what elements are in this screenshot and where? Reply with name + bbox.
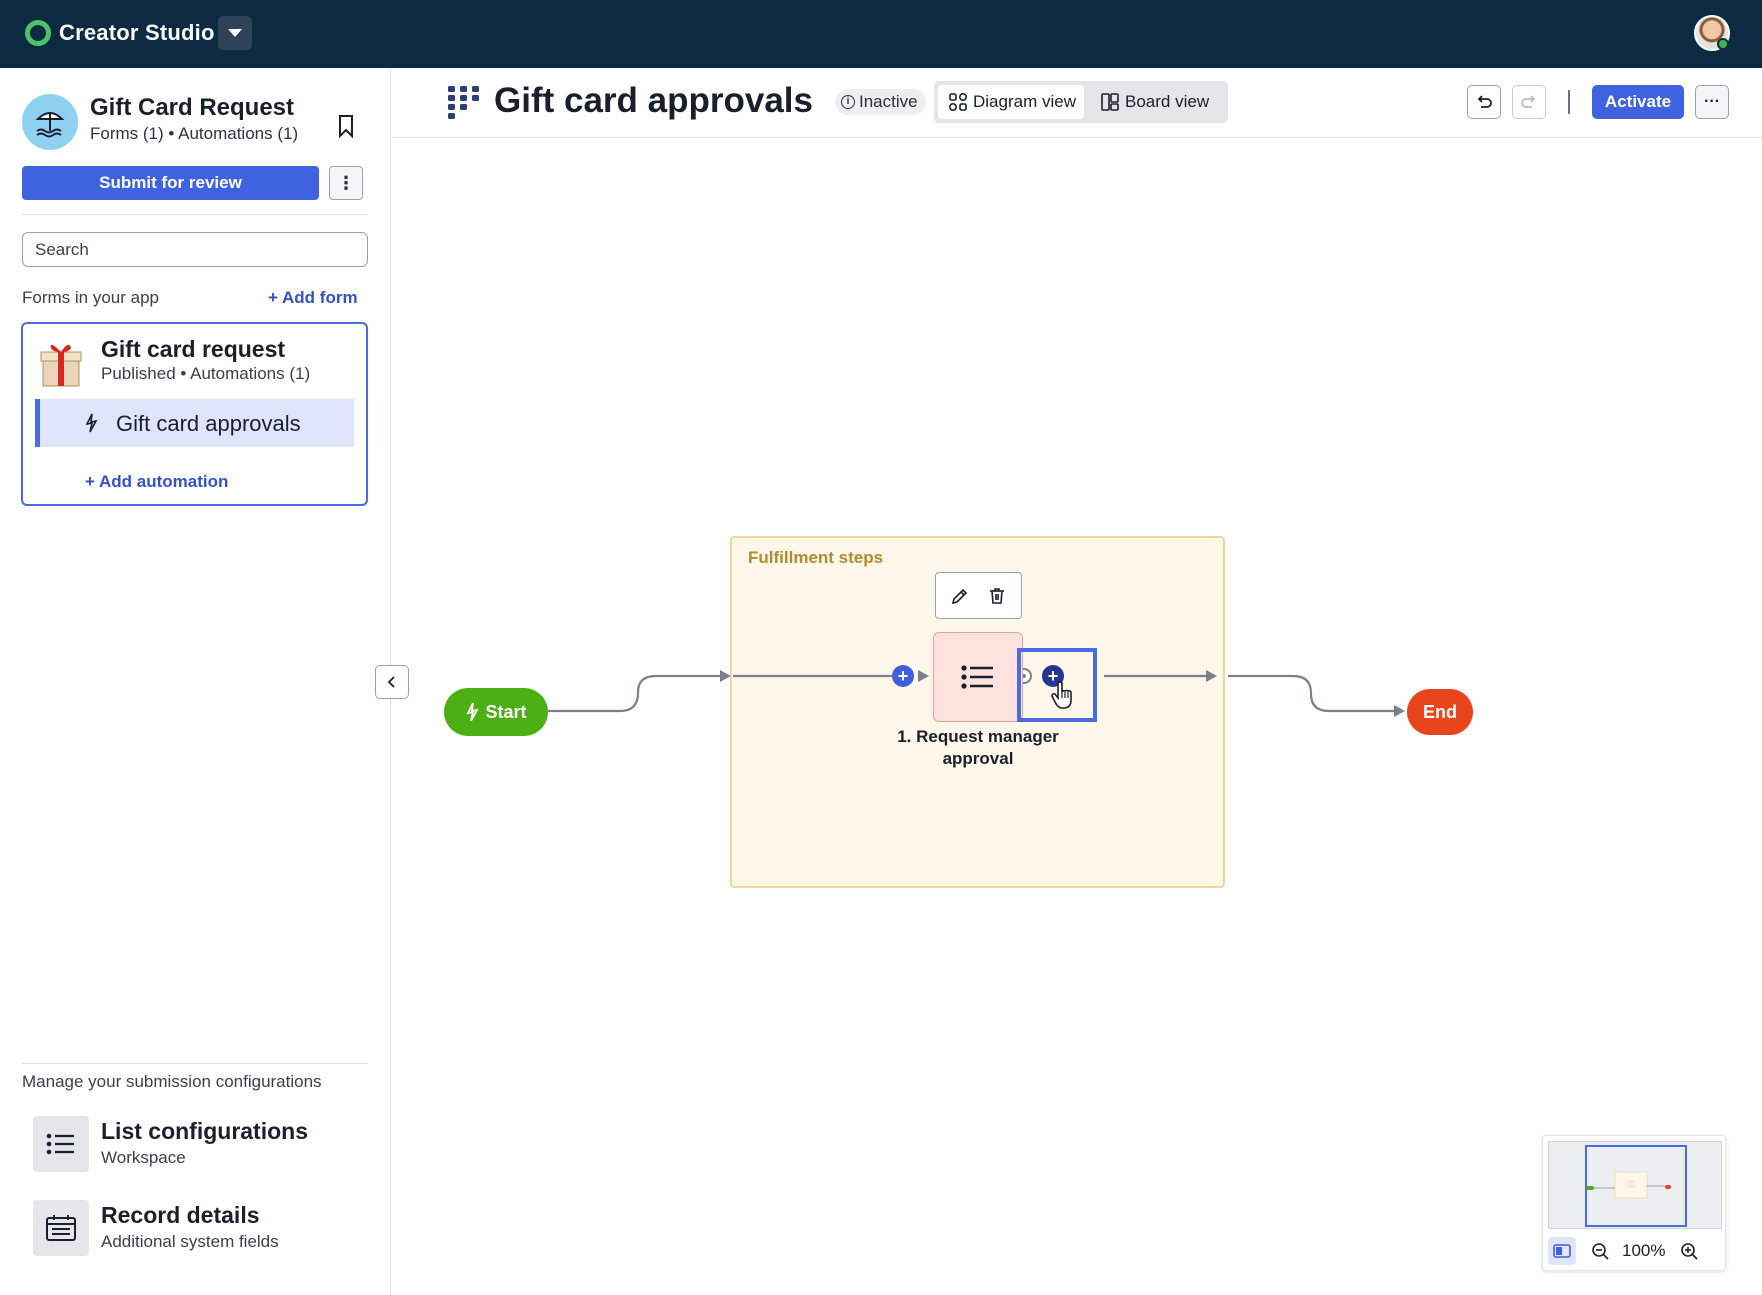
diagram-view-tab[interactable]: Diagram view — [938, 85, 1084, 119]
list-icon — [33, 1116, 89, 1172]
start-label: Start — [485, 701, 527, 722]
zoom-out-icon — [1592, 1243, 1609, 1260]
form-card[interactable]: Gift card request Published • Automation… — [21, 322, 368, 506]
end-label: End — [1423, 701, 1457, 722]
minimap-preview[interactable] — [1548, 1141, 1722, 1229]
toggle-minimap-button[interactable] — [1548, 1237, 1576, 1265]
brand-logo[interactable]: Creator Studio — [25, 20, 215, 46]
app-title: Gift Card Request — [90, 94, 295, 121]
request-manager-approval-step[interactable] — [933, 632, 1023, 722]
undo-icon — [1477, 95, 1492, 108]
record-details-icon — [33, 1200, 89, 1256]
manage-configurations-label: Manage your submission configurations — [22, 1072, 322, 1091]
app-subtitle: Forms (1) • Automations (1) — [90, 124, 299, 143]
config-title: Record details — [101, 1202, 260, 1228]
config-title: List configurations — [101, 1118, 308, 1144]
plus-icon: + — [897, 666, 909, 686]
step-toolbar — [935, 572, 1022, 619]
zoom-level: 100% — [1622, 1241, 1666, 1260]
page-header: Gift card approvals i Inactive Diagram v… — [392, 68, 1762, 138]
workflow-icon — [448, 86, 479, 119]
minimap: 100% — [1542, 1135, 1726, 1271]
form-subtitle: Published • Automations (1) — [101, 364, 311, 383]
top-bar: Creator Studio — [0, 0, 1762, 68]
zoom-in-icon — [1681, 1243, 1699, 1260]
board-view-label: Board view — [1125, 92, 1210, 111]
step-label: 1. Request manager approval — [897, 727, 1059, 768]
gift-icon — [40, 344, 82, 387]
submit-for-review-button[interactable]: Submit for review — [22, 166, 319, 200]
config-subtitle: Workspace — [101, 1148, 186, 1167]
chevron-left-icon — [387, 676, 395, 688]
status-label: Inactive — [859, 92, 918, 111]
redo-icon — [1521, 95, 1536, 108]
sidebar: Gift Card Request Forms (1) • Automation… — [0, 68, 391, 1295]
bookmark-icon[interactable] — [336, 114, 356, 138]
forms-section-label: Forms in your app — [22, 288, 159, 307]
divider — [22, 1063, 368, 1064]
list-configurations-item[interactable]: List configurations Workspace — [33, 1116, 353, 1172]
diagram-view-label: Diagram view — [973, 92, 1076, 111]
activate-button[interactable]: Activate — [1592, 85, 1684, 119]
search-input[interactable] — [22, 232, 368, 267]
start-node[interactable]: Start — [444, 688, 548, 736]
collapse-sidebar-button[interactable] — [375, 665, 409, 699]
bolt-icon — [466, 702, 480, 722]
zoom-in-button[interactable] — [1675, 1237, 1703, 1265]
view-toggle: Diagram view Board view — [934, 81, 1228, 123]
minimap-viewport[interactable] — [1585, 1145, 1687, 1227]
sidebar-item-gift-card-approvals[interactable]: Gift card approvals — [35, 399, 354, 447]
hand-pointer-cursor-icon — [1051, 681, 1072, 709]
divider — [22, 214, 368, 215]
board-icon — [1101, 93, 1119, 111]
record-details-item[interactable]: Record details Additional system fields — [33, 1200, 353, 1256]
kebab-icon: ⋮ — [337, 172, 355, 193]
brand-logo-icon — [25, 20, 51, 46]
redo-button[interactable] — [1512, 85, 1546, 119]
automation-bolt-icon — [85, 413, 98, 433]
app-switcher-dropdown[interactable] — [218, 16, 252, 50]
minimap-icon — [1553, 1244, 1571, 1258]
group-label: Fulfillment steps — [748, 548, 884, 567]
edit-pencil-icon[interactable] — [950, 586, 970, 606]
brand-name: Creator Studio — [59, 20, 215, 45]
page-title: Gift card approvals — [494, 81, 813, 120]
form-title: Gift card request — [101, 336, 286, 362]
diagram-icon — [948, 92, 968, 112]
automation-label: Gift card approvals — [116, 411, 301, 436]
status-badge: i Inactive — [835, 89, 926, 115]
board-view-tab[interactable]: Board view — [1092, 85, 1222, 119]
add-automation-link[interactable]: + Add automation — [85, 472, 228, 492]
add-form-link[interactable]: + Add form — [268, 288, 358, 308]
undo-button[interactable] — [1467, 85, 1501, 119]
beach-umbrella-icon — [22, 94, 78, 150]
zoom-controls: 100% — [1548, 1236, 1722, 1266]
ellipsis-icon: ··· — [1704, 93, 1720, 110]
config-subtitle: Additional system fields — [101, 1232, 279, 1251]
more-options-button[interactable]: ··· — [1695, 85, 1729, 119]
divider — [1568, 90, 1570, 114]
add-step-before-button[interactable]: + — [892, 665, 914, 687]
trash-icon[interactable] — [987, 586, 1007, 606]
info-icon: i — [841, 95, 855, 109]
sidebar-more-button[interactable]: ⋮ — [329, 166, 363, 200]
zoom-out-button[interactable] — [1586, 1237, 1614, 1265]
list-icon — [961, 665, 993, 689]
end-node[interactable]: End — [1407, 689, 1473, 735]
online-status-icon — [1717, 38, 1729, 50]
